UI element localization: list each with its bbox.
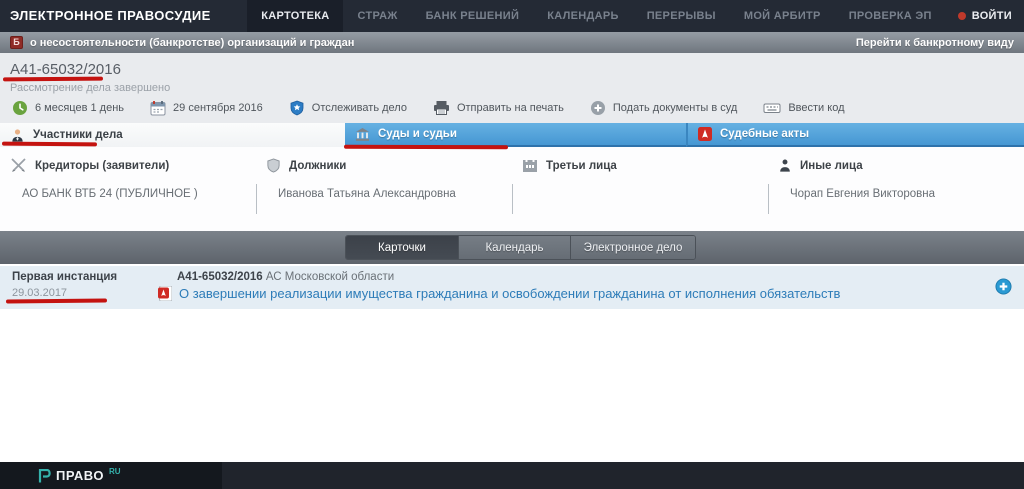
subbar-title: о несостоятельности (банкротстве) органи… <box>30 37 354 49</box>
code-entry-icon <box>763 100 781 116</box>
instance-label: Первая инстанция <box>12 271 117 283</box>
courthouse-icon <box>355 127 370 142</box>
expand-plus-icon[interactable] <box>995 278 1012 295</box>
case-number: А41-65032/2016 <box>10 61 121 78</box>
view-electronic-case-button[interactable]: Электронное дело <box>570 236 695 259</box>
pravo-logo-icon <box>38 469 51 483</box>
bankruptcy-badge-icon: Б <box>10 36 23 49</box>
watch-case-button[interactable]: Отслеживать дело <box>289 100 407 116</box>
instance-date: 29.03.2017 <box>12 287 67 299</box>
debtor-name: Иванова Татьяна Александровна <box>278 188 456 200</box>
tab-judicial-acts-label: Судебные акты <box>720 128 809 140</box>
print-button[interactable]: Отправить на печать <box>433 100 564 116</box>
tab-courts-judges-label: Суды и судьи <box>378 128 457 140</box>
case-status: Рассмотрение дела завершено <box>10 82 170 94</box>
footer: ПРАВО RU <box>0 462 1024 489</box>
creditors-column: Кредиторы (заявители) АО БАНК ВТБ 24 (ПУ… <box>0 147 256 231</box>
case-toolbar: 6 месяцев 1 день 29 сентября 2016 Отслеж… <box>12 97 845 119</box>
annotation-underline-tab-participants <box>2 142 97 147</box>
login-label: ВОЙТИ <box>972 10 1012 22</box>
third-parties-header: Третьи лица <box>546 160 617 172</box>
participants-panel: Кредиторы (заявители) АО БАНК ВТБ 24 (ПУ… <box>0 147 1024 231</box>
case-start-date-label: 29 сентября 2016 <box>173 102 263 114</box>
nav-item-proverka-ep[interactable]: ПРОВЕРКА ЭП <box>835 0 946 32</box>
person-icon <box>10 128 25 143</box>
case-duration-label: 6 месяцев 1 день <box>35 102 124 114</box>
app-title: ЭЛЕКТРОННОЕ ПРАВОСУДИЕ <box>0 0 247 32</box>
view-cards-button[interactable]: Карточки <box>346 236 458 259</box>
file-documents-button[interactable]: Подать документы в суд <box>590 100 737 116</box>
person-silhouette-icon <box>778 158 792 173</box>
top-nav: ЭЛЕКТРОННОЕ ПРАВОСУДИЕ КАРТОТЕКА СТРАЖ Б… <box>0 0 1024 32</box>
footer-logo-suffix: RU <box>109 467 121 476</box>
tab-judicial-acts[interactable]: Судебные акты <box>686 123 1024 147</box>
watch-shield-icon <box>289 100 305 116</box>
login-button[interactable]: ВОЙТИ <box>946 0 1024 32</box>
enter-code-label: Ввести код <box>788 102 844 114</box>
pdf-icon <box>158 286 172 301</box>
calendar-icon <box>150 100 166 116</box>
crossed-swords-icon <box>10 158 27 173</box>
row-case-number: А41-65032/2016 <box>177 271 263 283</box>
tab-courts-judges[interactable]: Суды и судьи <box>345 123 686 147</box>
status-dot-icon <box>958 12 966 20</box>
pdf-icon <box>698 127 712 141</box>
nav-item-strazh[interactable]: СТРАЖ <box>343 0 411 32</box>
third-parties-column: Третьи лица <box>512 147 768 231</box>
printer-icon <box>433 100 450 116</box>
print-label: Отправить на печать <box>457 102 564 114</box>
bankruptcy-subbar: Б о несостоятельности (банкротстве) орга… <box>0 32 1024 53</box>
case-start-date-item: 29 сентября 2016 <box>150 100 263 116</box>
other-party-name: Чорап Евгения Викторовна <box>790 188 935 200</box>
view-switcher-bar: Карточки Календарь Электронное дело <box>0 231 1024 264</box>
case-header: А41-65032/2016 Рассмотрение дела заверше… <box>0 53 1024 123</box>
nav-item-kartoteka[interactable]: КАРТОТЕКА <box>247 0 343 32</box>
switch-to-bankruptcy-view-link[interactable]: Перейти к банкротному виду <box>856 37 1014 49</box>
creditors-header: Кредиторы (заявители) <box>35 160 169 172</box>
nav-item-moy-arbitr[interactable]: МОЙ АРБИТР <box>730 0 835 32</box>
judicial-act-link[interactable]: О завершении реализации имущества гражда… <box>158 286 840 301</box>
enter-code-button[interactable]: Ввести код <box>763 100 844 116</box>
row-court-name: АС Московской области <box>266 271 394 283</box>
judicial-act-title: О завершении реализации имущества гражда… <box>179 286 840 301</box>
case-instance-row: Первая инстанция 29.03.2017 А41-65032/20… <box>0 266 1024 309</box>
creditor-name: АО БАНК ВТБ 24 (ПУБЛИЧНОЕ ) <box>22 188 198 200</box>
case-tabs: Участники дела Суды и судьи Судебные акт… <box>0 123 1024 147</box>
tab-participants-label: Участники дела <box>33 129 123 141</box>
case-duration-item: 6 месяцев 1 день <box>12 100 124 116</box>
debtors-header: Должники <box>289 160 346 172</box>
nav-item-bank-resheniy[interactable]: БАНК РЕШЕНИЙ <box>412 0 534 32</box>
nav-item-kalendar[interactable]: КАЛЕНДАРЬ <box>533 0 633 32</box>
debtors-column: Должники Иванова Татьяна Александровна <box>256 147 512 231</box>
annotation-underline-tab-courts <box>344 145 508 150</box>
pravo-logo[interactable]: ПРАВО RU <box>0 462 222 489</box>
footer-logo-text: ПРАВО <box>56 468 104 483</box>
castle-icon <box>522 158 538 173</box>
file-documents-label: Подать документы в суд <box>613 102 737 114</box>
row-case-line: А41-65032/2016 АС Московской области <box>177 271 394 283</box>
view-switcher: Карточки Календарь Электронное дело <box>345 235 696 260</box>
other-parties-column: Иные лица Чорап Евгения Викторовна <box>768 147 1024 231</box>
other-parties-header: Иные лица <box>800 160 863 172</box>
watch-case-label: Отслеживать дело <box>312 102 407 114</box>
duration-clock-icon <box>12 100 28 116</box>
plus-circle-icon <box>590 100 606 116</box>
nav-item-pereryvy[interactable]: ПЕРЕРЫВЫ <box>633 0 730 32</box>
view-calendar-button[interactable]: Календарь <box>458 236 570 259</box>
shield-icon <box>266 158 281 173</box>
